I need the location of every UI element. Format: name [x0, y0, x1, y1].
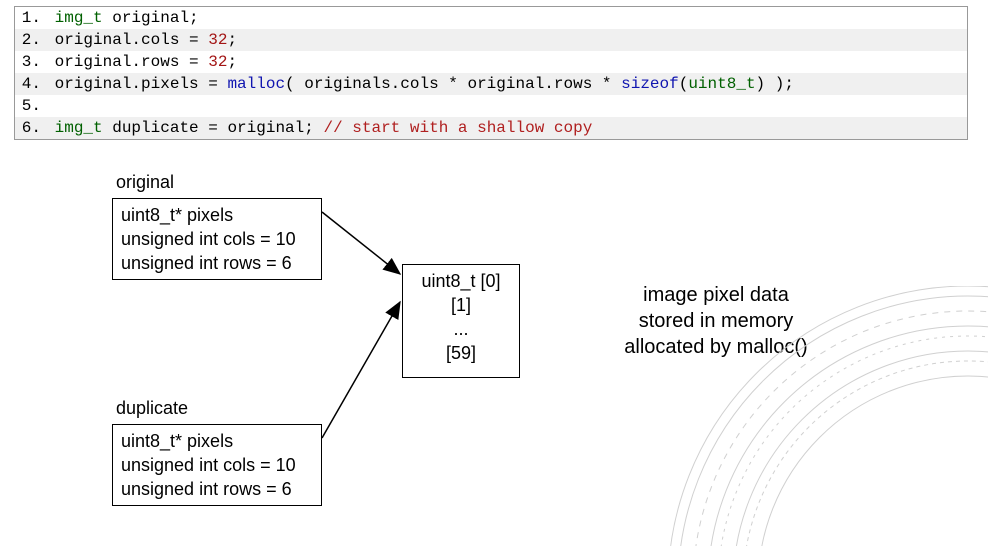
line-content: img_t original; — [45, 7, 967, 29]
label-original: original — [116, 172, 174, 193]
line-content: original.pixels = malloc( originals.cols… — [45, 73, 967, 95]
label-duplicate: duplicate — [116, 398, 188, 419]
struct-box-duplicate: uint8_t* pixels unsigned int cols = 10 u… — [112, 424, 322, 506]
desc-line-3: allocated by malloc() — [596, 334, 836, 360]
code-block: 1. img_t original;2. original.cols = 32;… — [14, 6, 968, 140]
original-field-pixels: uint8_t* pixels — [121, 203, 313, 227]
line-content — [45, 95, 967, 117]
code-line-1: 1. img_t original; — [15, 7, 967, 29]
duplicate-field-cols: unsigned int cols = 10 — [121, 453, 313, 477]
duplicate-field-pixels: uint8_t* pixels — [121, 429, 313, 453]
line-content: original.rows = 32; — [45, 51, 967, 73]
struct-box-original: uint8_t* pixels unsigned int cols = 10 u… — [112, 198, 322, 280]
line-number: 2. — [15, 29, 45, 51]
line-number: 6. — [15, 117, 45, 139]
line-number: 5. — [15, 95, 45, 117]
memory-block: uint8_t [0] [1] ... [59] — [402, 264, 520, 378]
original-field-cols: unsigned int cols = 10 — [121, 227, 313, 251]
mem-row-1: [1] — [403, 293, 519, 317]
code-line-6: 6. img_t duplicate = original; // start … — [15, 117, 967, 139]
mem-row-ellipsis: ... — [403, 317, 519, 341]
description-block: image pixel data stored in memory alloca… — [596, 282, 836, 360]
mem-row-59: [59] — [403, 341, 519, 365]
code-line-3: 3. original.rows = 32; — [15, 51, 967, 73]
code-line-2: 2. original.cols = 32; — [15, 29, 967, 51]
line-number: 4. — [15, 73, 45, 95]
line-number: 3. — [15, 51, 45, 73]
code-line-4: 4. original.pixels = malloc( originals.c… — [15, 73, 967, 95]
mem-row-0: uint8_t [0] — [403, 269, 519, 293]
line-content: img_t duplicate = original; // start wit… — [45, 117, 967, 139]
duplicate-field-rows: unsigned int rows = 6 — [121, 477, 313, 501]
original-field-rows: unsigned int rows = 6 — [121, 251, 313, 275]
desc-line-2: stored in memory — [596, 308, 836, 334]
arrow-duplicate-to-memory — [322, 302, 400, 438]
line-content: original.cols = 32; — [45, 29, 967, 51]
arrow-original-to-memory — [322, 212, 400, 274]
code-line-5: 5. — [15, 95, 967, 117]
line-number: 1. — [15, 7, 45, 29]
desc-line-1: image pixel data — [596, 282, 836, 308]
